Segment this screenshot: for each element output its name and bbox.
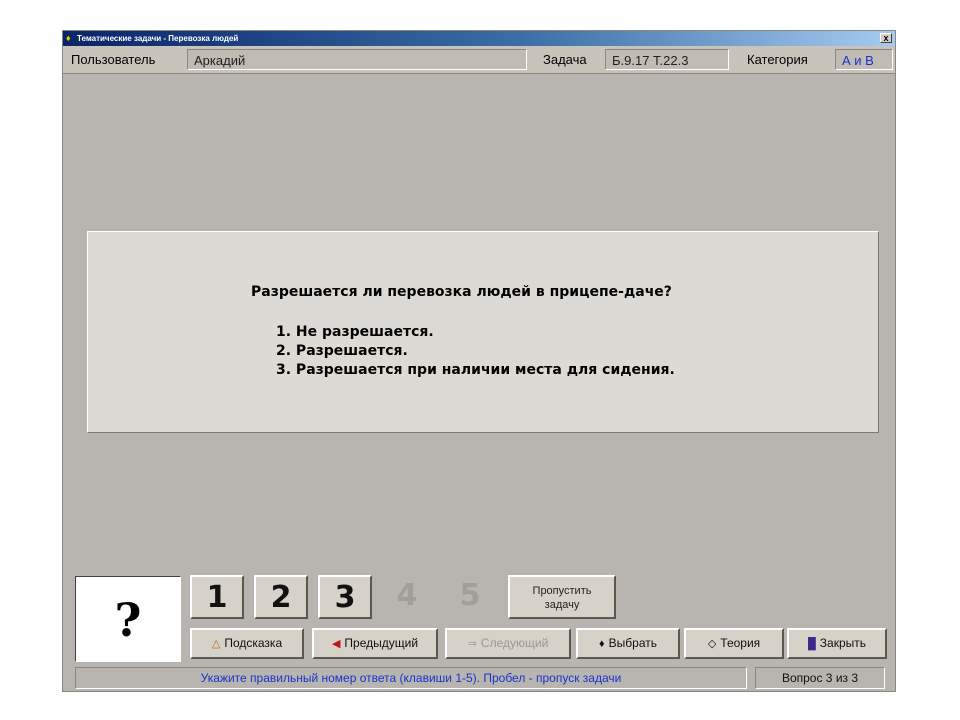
choose-icon: ♦	[599, 638, 605, 650]
answer-button-5: 5	[459, 578, 481, 613]
status-message: Укажите правильный номер ответа (клавиши…	[75, 667, 747, 689]
next-button-label: Следующий	[480, 636, 549, 650]
title-bar[interactable]: ♦ Тематические задачи - Перевозка людей …	[63, 31, 895, 46]
choose-button-label: Выбрать	[608, 636, 657, 650]
status-bar: Укажите правильный номер ответа (клавиши…	[75, 667, 885, 689]
theory-button-label: Теория	[720, 636, 761, 650]
user-value: Аркадий	[187, 49, 527, 70]
close-button[interactable]: █ Закрыть	[787, 628, 887, 659]
question-panel: Разрешается ли перевозка людей в прицепе…	[87, 231, 879, 433]
arrow-left-icon: ◀	[331, 638, 341, 650]
question-text: Разрешается ли перевозка людей в прицепе…	[251, 284, 672, 300]
theory-button[interactable]: ◇ Теория	[684, 628, 784, 659]
answer-button-3[interactable]: 3	[318, 575, 372, 619]
app-icon: ♦	[66, 33, 71, 43]
window-title: Тематические задачи - Перевозка людей	[77, 34, 239, 43]
category-label: Категория	[747, 52, 808, 67]
skip-task-button[interactable]: Пропустить задачу	[508, 575, 616, 619]
close-window-button[interactable]: x	[880, 33, 892, 43]
previous-button-label: Предыдущий	[344, 636, 419, 650]
hint-icon: △	[211, 638, 221, 650]
answer-option-1: 1. Не разрешается.	[276, 324, 434, 340]
task-value: Б.9.17 Т.22.3	[605, 49, 729, 70]
hint-button-label: Подсказка	[224, 636, 283, 650]
category-value: А и В	[835, 49, 893, 70]
skip-task-label-line2: задачу	[544, 599, 580, 611]
next-button: ⇒ Следующий	[445, 628, 571, 659]
answer-button-4: 4	[396, 578, 418, 613]
task-label: Задача	[543, 52, 587, 67]
user-label: Пользователь	[71, 52, 156, 67]
previous-button[interactable]: ◀ Предыдущий	[312, 628, 438, 659]
answer-button-2[interactable]: 2	[254, 575, 308, 619]
app-window: ♦ Тематические задачи - Перевозка людей …	[62, 30, 896, 692]
theory-icon: ◇	[707, 638, 717, 650]
arrow-right-icon: ⇒	[467, 638, 477, 650]
question-counter: Вопрос 3 из 3	[755, 667, 885, 689]
answer-option-3: 3. Разрешается при наличии места для сид…	[276, 362, 675, 378]
hint-button[interactable]: △ Подсказка	[190, 628, 304, 659]
answer-list: 1. Не разрешается. 2. Разрешается. 3. Ра…	[276, 323, 675, 380]
answer-button-1[interactable]: 1	[190, 575, 244, 619]
answer-option-2: 2. Разрешается.	[276, 343, 408, 359]
skip-task-label-line1: Пропустить	[532, 585, 592, 597]
info-bar: Пользователь Аркадий Задача Б.9.17 Т.22.…	[63, 46, 895, 74]
choose-button[interactable]: ♦ Выбрать	[576, 628, 680, 659]
close-button-label: Закрыть	[819, 636, 866, 650]
door-icon: █	[807, 638, 816, 650]
answer-indicator: ?	[75, 576, 181, 662]
